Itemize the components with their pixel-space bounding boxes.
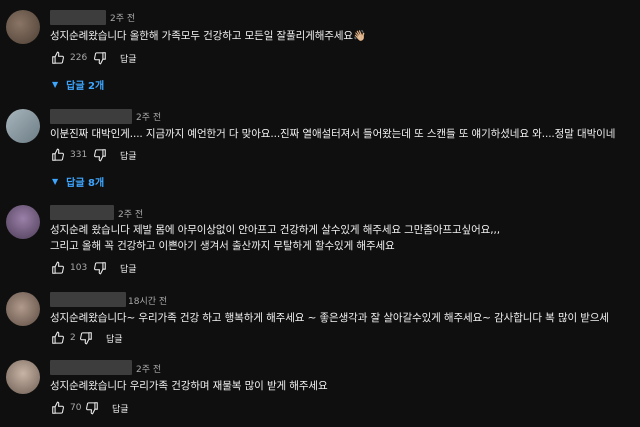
like-count: 2 [70, 333, 76, 343]
thumb-up-icon [52, 331, 64, 344]
comment-text: 성지순례왔습니다~ 우리가족 건강 하고 행복하게 해주세요 ~ 좋은생각과 잘… [50, 312, 609, 324]
comment-actions: 103 답글 [50, 260, 137, 276]
comment-timestamp[interactable]: 2주 전 [110, 11, 135, 24]
thumb-down-icon [94, 149, 106, 162]
caret-down-icon: ▼ [52, 177, 59, 186]
like-count: 331 [70, 150, 88, 160]
like-button[interactable] [50, 330, 66, 346]
comment-actions: 2 답글 [50, 330, 123, 346]
comment-timestamp[interactable]: 2주 전 [136, 110, 161, 123]
comment-text: 성지순례왔습니다 올한해 가족모두 건강하고 모든일 잘풀리게해주세요👋🏼 [50, 30, 366, 42]
author-name-redacted[interactable] [50, 10, 106, 25]
comment-text-line-1: 성지순례 왔습니다 제발 몸에 아무이상없이 안아프고 건강하게 살수있게 해주… [50, 224, 500, 236]
author-name-redacted[interactable] [50, 109, 132, 124]
comment-timestamp[interactable]: 2주 전 [136, 362, 161, 375]
caret-down-icon: ▼ [52, 80, 59, 89]
like-button[interactable] [50, 400, 66, 416]
like-count: 226 [70, 53, 88, 63]
thumb-up-icon [52, 401, 64, 414]
reply-button[interactable]: 답글 [120, 149, 137, 162]
thumb-down-icon [80, 332, 92, 345]
comment-actions: 331 답글 [50, 147, 137, 163]
avatar[interactable] [6, 109, 40, 143]
avatar[interactable] [6, 292, 40, 326]
thumb-up-icon [52, 261, 64, 274]
comment-timestamp[interactable]: 18시간 전 [128, 294, 167, 307]
like-button[interactable] [50, 147, 66, 163]
author-name-redacted[interactable] [50, 205, 114, 220]
avatar[interactable] [6, 360, 40, 394]
avatar[interactable] [6, 10, 40, 44]
dislike-button[interactable] [84, 400, 100, 416]
reply-button[interactable]: 답글 [112, 402, 129, 415]
avatar[interactable] [6, 205, 40, 239]
dislike-button[interactable] [78, 330, 94, 346]
replies-count-label: 답글 2개 [66, 81, 105, 92]
thumb-down-icon [94, 52, 106, 65]
comment-text: 이분진짜 대박인게.... 지금까지 예언한거 다 맞아요...진짜 열애설터져… [50, 128, 616, 140]
reply-button[interactable]: 답글 [120, 262, 137, 275]
like-count: 103 [70, 263, 88, 273]
thumb-down-icon [94, 262, 106, 275]
replies-count-label: 답글 8개 [66, 178, 105, 189]
thumb-up-icon [52, 148, 64, 161]
thumb-down-icon [86, 402, 98, 415]
thumb-up-icon [52, 51, 64, 64]
comment-actions: 70 답글 [50, 400, 129, 416]
dislike-button[interactable] [92, 260, 108, 276]
comment-actions: 226 답글 [50, 50, 137, 66]
view-replies-button[interactable]: ▼ 답글 8개 [52, 174, 104, 189]
reply-button[interactable]: 답글 [106, 332, 123, 345]
dislike-button[interactable] [92, 50, 108, 66]
like-count: 70 [70, 403, 82, 413]
comment-text-line-2: 그리고 올해 꼭 건강하고 이쁜아기 생겨서 출산까지 무탈하게 할수있게 해주… [50, 240, 395, 252]
reply-button[interactable]: 답글 [120, 52, 137, 65]
comment-timestamp[interactable]: 2주 전 [118, 207, 143, 220]
view-replies-button[interactable]: ▼ 답글 2개 [52, 77, 104, 92]
dislike-button[interactable] [92, 147, 108, 163]
author-name-redacted[interactable] [50, 360, 132, 375]
author-name-redacted[interactable] [50, 292, 126, 307]
like-button[interactable] [50, 260, 66, 276]
comment-text: 성지순례왔습니다 우리가족 건강하며 재물복 많이 받게 해주세요 [50, 380, 328, 392]
like-button[interactable] [50, 50, 66, 66]
